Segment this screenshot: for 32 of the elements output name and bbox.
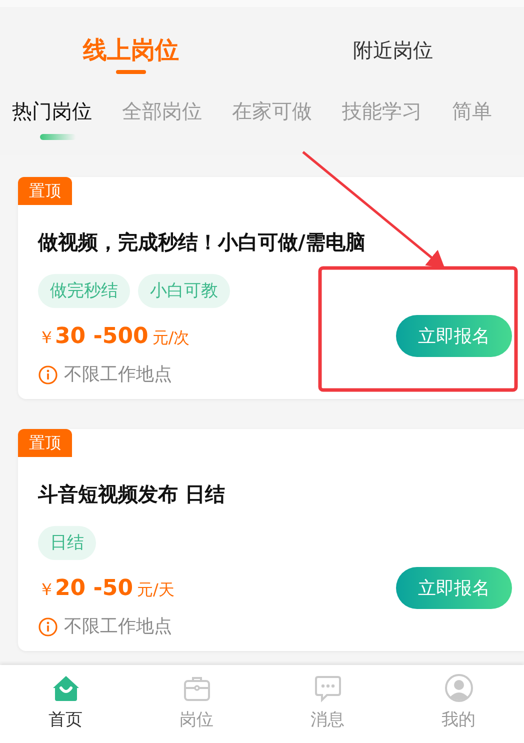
active-indicator	[40, 134, 76, 140]
category-tab[interactable]: 热门岗位	[12, 96, 92, 140]
tag: 日结	[38, 526, 96, 560]
tag: 小白可教	[138, 274, 230, 308]
job-card[interactable]: 置顶 做视频，完成秒结！小白可做/需电脑 做完秒结 小白可教 ￥30 -500 元/次 立即报名 不限工作地点	[18, 177, 524, 399]
home-icon	[50, 673, 80, 703]
nav-tab[interactable]: 岗位	[131, 665, 262, 743]
info-icon	[38, 617, 58, 637]
pinned-badge: 置顶	[18, 429, 72, 457]
tab[interactable]: 附近岗位	[262, 7, 524, 80]
nav-tab[interactable]: 我的	[393, 665, 524, 743]
salary-text: ￥20 -50 元/天	[38, 576, 174, 600]
category-tab[interactable]: 在家可做	[232, 96, 312, 140]
category-tab[interactable]: 简单	[452, 96, 516, 140]
salary-text: ￥30 -500 元/次	[38, 324, 190, 348]
category-tab[interactable]: 技能学习	[342, 96, 422, 140]
job-card[interactable]: 置顶 斗音短视频发布 日结 日结 ￥20 -50 元/天 立即报名 不限工作地点	[18, 429, 524, 651]
pinned-badge: 置顶	[18, 177, 72, 205]
apply-button[interactable]: 立即报名	[396, 315, 512, 357]
job-title: 斗音短视频发布 日结	[38, 481, 226, 508]
info-icon	[38, 365, 58, 385]
category-tab[interactable]: 全部岗位	[122, 96, 202, 140]
profile-icon	[444, 673, 474, 703]
chat-bubble-icon	[312, 673, 342, 703]
location-text: 不限工作地点	[64, 363, 172, 387]
tag: 做完秒结	[38, 274, 130, 308]
location-text: 不限工作地点	[64, 615, 172, 639]
nav-tab[interactable]: 首页	[0, 665, 131, 743]
tab[interactable]: 线上岗位	[0, 7, 262, 80]
job-title: 做视频，完成秒结！小白可做/需电脑	[38, 229, 366, 256]
apply-button[interactable]: 立即报名	[396, 567, 512, 609]
nav-tab[interactable]: 消息	[262, 665, 393, 743]
